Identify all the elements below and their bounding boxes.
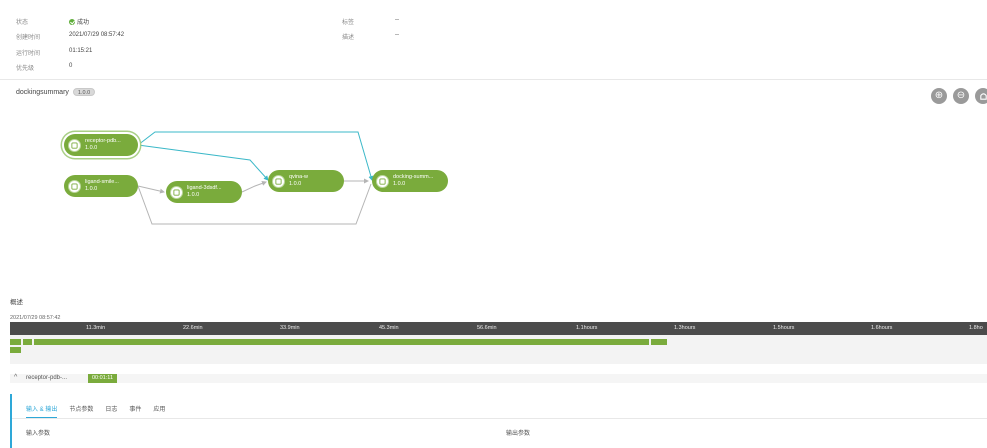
edge-ligand-smile-to-3dsdf: [137, 185, 165, 194]
chevron-up-icon[interactable]: ^: [14, 374, 17, 381]
priority-label: 优先级: [16, 66, 35, 72]
tab-apps[interactable]: 应用: [153, 404, 165, 418]
timeline-bar[interactable]: [34, 339, 649, 345]
node-detail-header[interactable]: ^ receptor-pdb-... 00:01:11: [10, 374, 987, 383]
edge-3dsdf-to-qvina: [241, 181, 267, 193]
timeline-bar[interactable]: [10, 339, 21, 345]
detail-tabs: 输入 & 输出 节点参数 日志 事件 应用: [26, 404, 165, 418]
node-version: 1.0.0: [289, 181, 302, 187]
section-divider: [0, 79, 987, 80]
node-version: 1.0.0: [85, 145, 98, 151]
node-label: ligand-3dsdf... 1.0.0: [187, 185, 222, 199]
node-name: ligand-3dsdf...: [187, 185, 222, 191]
description-value: --: [395, 32, 399, 38]
task-icon: [170, 185, 183, 199]
node-detail-panel: 输入 & 输出 节点参数 日志 事件 应用 输入参数 输出参数: [10, 394, 987, 448]
timeline-start-time: 2021/07/29 08:57:42: [10, 315, 61, 321]
timeline-tick: 33.9min: [280, 325, 300, 331]
overview-title: 概述: [10, 299, 23, 306]
workflow-graph[interactable]: receptor-pdb... 1.0.0 ligand-smile... 1.0.…: [0, 100, 987, 280]
workflow-title: dockingsummary 1.0.0: [16, 88, 96, 96]
timeline-tick: 1.8ho: [969, 325, 983, 331]
runtime-value: 01:15:21: [69, 48, 93, 54]
node-name: docking-summ...: [393, 174, 434, 180]
tab-logs[interactable]: 日志: [105, 404, 117, 418]
node-name: ligand-smile...: [85, 179, 119, 185]
node-version: 1.0.0: [187, 192, 200, 198]
tab-input-output[interactable]: 输入 & 输出: [26, 404, 58, 418]
created-time-label: 创建时间: [16, 35, 41, 41]
node-ligand-3dsdf[interactable]: ligand-3dsdf... 1.0.0: [166, 181, 242, 203]
node-duration-badge: 00:01:11: [88, 374, 118, 383]
timeline-tick: 1.5hours: [773, 325, 795, 331]
timeline-tick: 1.1hours: [576, 325, 598, 331]
node-ligand-smile[interactable]: ligand-smile... 1.0.0: [64, 175, 138, 197]
run-info-panel: 状态 成功 创建时间 2021/07/29 08:57:42 运行时间 01:1…: [0, 0, 987, 80]
task-icon: [376, 174, 389, 188]
priority-value: 0: [69, 63, 73, 69]
node-label: qvina-w 1.0.0: [289, 174, 308, 188]
node-version: 1.0.0: [393, 181, 406, 187]
created-time-value: 2021/07/29 08:57:42: [69, 32, 125, 38]
timeline-tick: 56.6min: [477, 325, 497, 331]
timeline-tick: 11.3min: [86, 325, 106, 331]
workflow-version-badge: 1.0.0: [72, 88, 96, 96]
success-check-icon: [69, 19, 75, 25]
description-label: 描述: [342, 35, 355, 41]
node-version: 1.0.0: [85, 186, 98, 192]
input-params-label: 输入参数: [26, 431, 51, 437]
timeline-tick: 1.3hours: [674, 325, 696, 331]
task-icon: [272, 174, 285, 188]
timeline-bar[interactable]: [650, 339, 667, 345]
tab-node-params[interactable]: 节点参数: [69, 404, 93, 418]
timeline-axis: 11.3min 22.6min 33.9min 45.3min 56.6min …: [10, 322, 987, 335]
edge-receptor-to-qvina: [137, 144, 269, 181]
node-docking-summary[interactable]: docking-summ... 1.0.0: [372, 170, 448, 192]
status-text: 成功: [77, 20, 90, 26]
node-receptor-pdb[interactable]: receptor-pdb... 1.0.0: [64, 134, 138, 156]
node-label: ligand-smile... 1.0.0: [85, 179, 119, 193]
timeline-area[interactable]: [10, 335, 987, 364]
tabs-divider: [12, 418, 987, 419]
timeline-tick: 1.6hours: [871, 325, 893, 331]
node-detail-name: receptor-pdb-...: [26, 375, 68, 381]
task-icon: [68, 179, 81, 193]
output-params-label: 输出参数: [506, 431, 531, 437]
node-name: receptor-pdb...: [85, 138, 121, 144]
timeline-bar[interactable]: [10, 347, 21, 353]
node-label: docking-summ... 1.0.0: [393, 174, 433, 188]
tags-value: --: [395, 17, 399, 23]
workflow-name: dockingsummary: [16, 89, 69, 96]
node-label: receptor-pdb... 1.0.0: [85, 138, 121, 152]
task-icon: [68, 138, 81, 152]
timeline-tick: 45.3min: [379, 325, 399, 331]
tags-label: 标签: [342, 20, 355, 26]
tab-events[interactable]: 事件: [129, 404, 141, 418]
graph-edges: [137, 131, 374, 225]
status-value: 成功: [69, 17, 89, 26]
status-label: 状态: [16, 20, 29, 26]
runtime-label: 运行时间: [16, 51, 41, 57]
timeline-tick: 22.6min: [183, 325, 203, 331]
node-name: qvina-w: [289, 174, 308, 180]
node-qvina-w[interactable]: qvina-w 1.0.0: [268, 170, 344, 192]
timeline-bar[interactable]: [22, 339, 33, 345]
